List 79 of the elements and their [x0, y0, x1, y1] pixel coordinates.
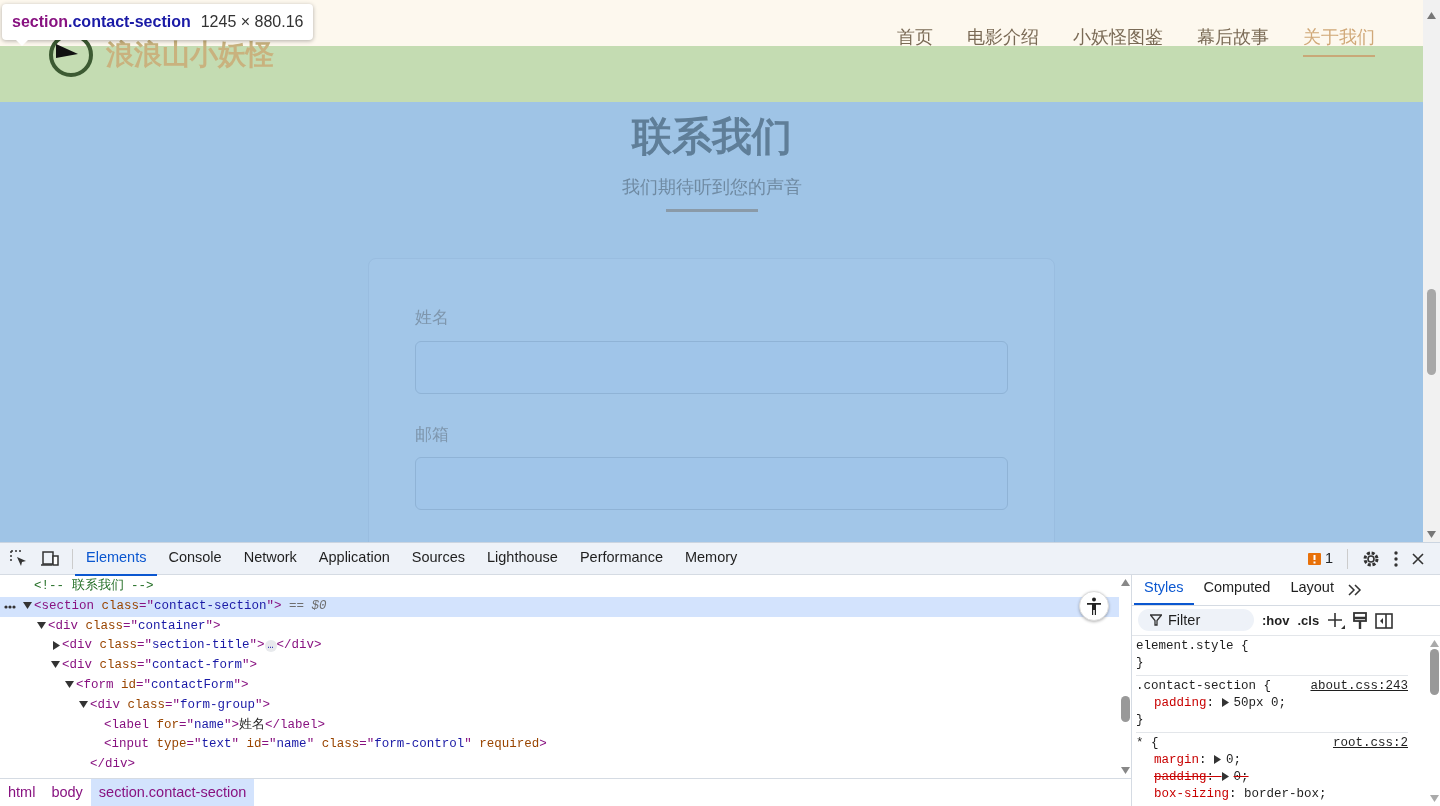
paint-brush-icon[interactable] [1353, 611, 1368, 630]
sidebar-toggle-icon[interactable] [1375, 612, 1394, 629]
devtools-tab[interactable]: Memory [673, 543, 749, 577]
devtools-tab[interactable]: Lighthouse [476, 543, 569, 577]
sidebar-tab[interactable]: Styles [1134, 573, 1194, 605]
issues-icon [1307, 552, 1321, 565]
dom-node-line[interactable]: <div class="form-group"> [90, 695, 271, 716]
breadcrumb-item[interactable]: html [0, 779, 44, 806]
field-label: 姓名 [415, 307, 450, 329]
scrollbar-thumb[interactable] [1429, 649, 1439, 695]
nav-link[interactable]: 首页 [897, 23, 933, 57]
scrollbar-thumb[interactable] [1120, 696, 1130, 722]
devtools-tab[interactable]: Sources [400, 543, 476, 577]
toggle-button[interactable]: .cls [1297, 610, 1320, 631]
expand-arrow-icon[interactable] [1221, 698, 1229, 708]
element-size: 1245 × 880.16 [200, 13, 304, 30]
breadcrumb-item[interactable]: body [43, 779, 91, 806]
devtools-tab[interactable]: Performance [568, 543, 674, 577]
breadcrumb-item[interactable]: section.contact-section [90, 779, 255, 806]
section-subtitle: 我们期待听到您的声音 [620, 176, 803, 199]
close-icon[interactable] [1412, 552, 1424, 565]
device-toolbar-icon[interactable] [40, 550, 60, 567]
expand-arrow-icon[interactable] [53, 640, 60, 650]
dom-node-line[interactable]: <div class="container"> [48, 616, 221, 637]
closing-brace: } [1136, 655, 1144, 672]
settings-icon[interactable] [1362, 549, 1380, 568]
collapse-arrow-icon[interactable] [37, 621, 46, 629]
dom-node-line[interactable]: <!-- 联系我们 --> [34, 577, 154, 597]
css-selector: .contact-section { [1136, 678, 1272, 695]
more-options-icon[interactable] [1394, 550, 1398, 567]
ellipsis-badge[interactable]: … [264, 640, 277, 653]
collapse-arrow-icon[interactable] [79, 701, 88, 708]
collapse-arrow-icon[interactable] [51, 661, 60, 669]
devtools-tab[interactable]: Application [307, 543, 401, 577]
section-title: 联系我们 [630, 113, 793, 160]
element-tag: section [12, 13, 68, 30]
issues-button[interactable]: 1 [1307, 547, 1333, 570]
dom-node-line[interactable]: </div> [90, 755, 135, 775]
css-declaration[interactable]: margin: 0; [1154, 752, 1242, 769]
css-selector: element.style { [1136, 638, 1249, 655]
devtools-tab[interactable]: Network [232, 543, 308, 577]
css-selector: * { [1136, 735, 1159, 752]
scrollbar-thumb[interactable] [1427, 289, 1436, 375]
css-declaration[interactable]: padding: 0; [1154, 769, 1249, 786]
dom-node-line[interactable]: <form id="contactForm"> [76, 676, 249, 696]
nav-link[interactable]: 电影介绍 [967, 23, 1039, 57]
dom-node-line[interactable]: <div class="section-title"> … </div> [62, 636, 322, 657]
more-icon[interactable] [4, 604, 16, 609]
accessibility-icon [1086, 597, 1102, 615]
toggle-button[interactable]: :hov [1262, 610, 1290, 631]
css-declaration[interactable]: padding: 50px 0; [1154, 695, 1287, 712]
css-declaration[interactable]: box-sizing: border-box; [1154, 786, 1327, 803]
scroll-down-icon[interactable] [1120, 767, 1130, 774]
element-class: .contact-section [68, 13, 191, 30]
sidebar-tab[interactable]: Layout [1280, 573, 1344, 605]
inspect-icon[interactable] [10, 549, 28, 568]
scroll-up-icon[interactable] [1120, 579, 1130, 586]
closing-brace: } [1136, 712, 1144, 729]
dom-node-line[interactable]: <label for="name">姓名</label> [104, 715, 326, 736]
dom-node-line[interactable]: <input type="text" id="name" class="form-control" required> [104, 735, 547, 756]
collapse-arrow-icon[interactable] [23, 602, 32, 609]
scroll-down-icon[interactable] [1427, 531, 1436, 538]
nav-link[interactable]: 小妖怪图鉴 [1073, 23, 1163, 57]
nav-link[interactable]: 幕后故事 [1197, 23, 1269, 57]
accessibility-button[interactable] [1079, 591, 1109, 621]
expand-arrow-icon[interactable] [1214, 755, 1222, 765]
scroll-up-icon[interactable] [1427, 12, 1436, 19]
collapse-arrow-icon[interactable] [65, 681, 74, 689]
devtools-tab[interactable]: Elements [75, 543, 158, 577]
source-link[interactable]: root.css:2 [1333, 735, 1408, 752]
source-link[interactable]: about.css:243 [1310, 678, 1408, 695]
sidebar-tab[interactable]: Computed [1193, 573, 1281, 605]
filter-field[interactable]: Filter [1138, 609, 1254, 632]
expand-arrow-icon[interactable] [1221, 772, 1229, 782]
add-rule-icon[interactable] [1327, 611, 1346, 630]
field-label: 邮箱 [415, 423, 450, 446]
devtools-tab[interactable]: Console [157, 543, 233, 577]
dom-node-line[interactable]: <div class="contact-form"> [62, 656, 258, 676]
more-tabs-icon[interactable] [1347, 584, 1362, 596]
